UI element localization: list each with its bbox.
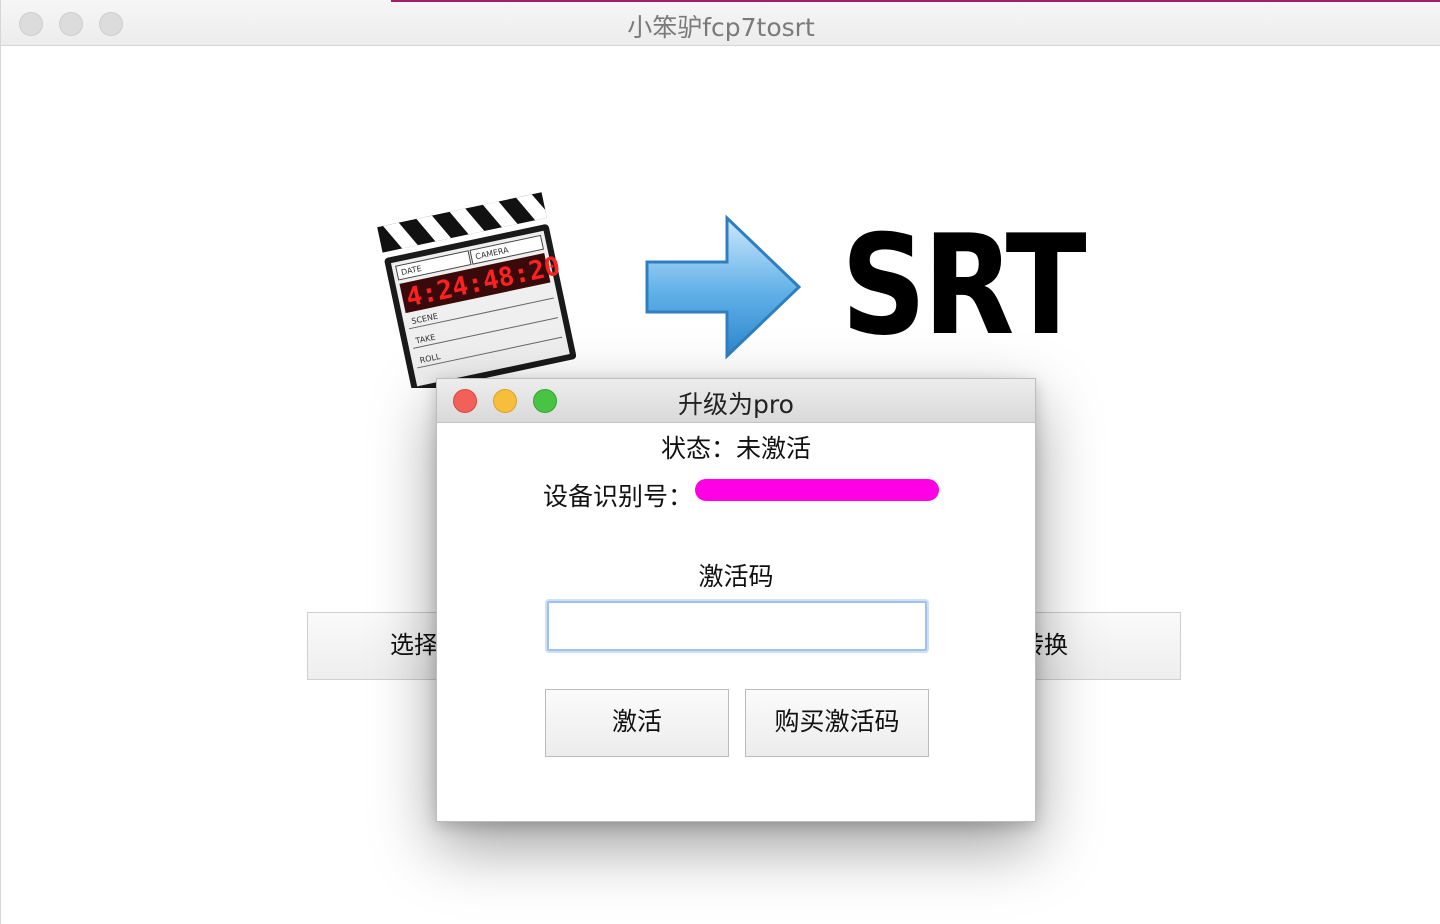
upgrade-dialog: 升级为pro 状态：未激活 设备识别号： C02YC0YVHCYH 激活码 激活…	[436, 378, 1036, 822]
activation-code-label: 激活码	[698, 562, 774, 591]
accent-line	[391, 0, 1440, 2]
dialog-title: 升级为pro	[678, 390, 794, 419]
activation-code-input[interactable]	[547, 601, 927, 651]
srt-logo: SRT	[841, 205, 1087, 366]
right-arrow-icon	[645, 214, 802, 360]
activate-button[interactable]: 激活	[545, 689, 729, 757]
main-titlebar: 小笨驴fcp7tosrt	[1, 0, 1440, 46]
device-id-label: 设备识别号：	[543, 482, 694, 511]
dialog-titlebar: 升级为pro	[437, 379, 1035, 423]
device-id-value: C02YC0YVHCYH	[695, 479, 939, 501]
window-title: 小笨驴fcp7tosrt	[627, 13, 815, 42]
clapperboard-icon: 4:24:48:20 DATE CAMERA SCENE TAKE ROLL	[377, 192, 576, 388]
activation-status: 状态：未激活	[660, 434, 811, 463]
buy-code-button[interactable]: 购买激活码	[745, 689, 929, 757]
